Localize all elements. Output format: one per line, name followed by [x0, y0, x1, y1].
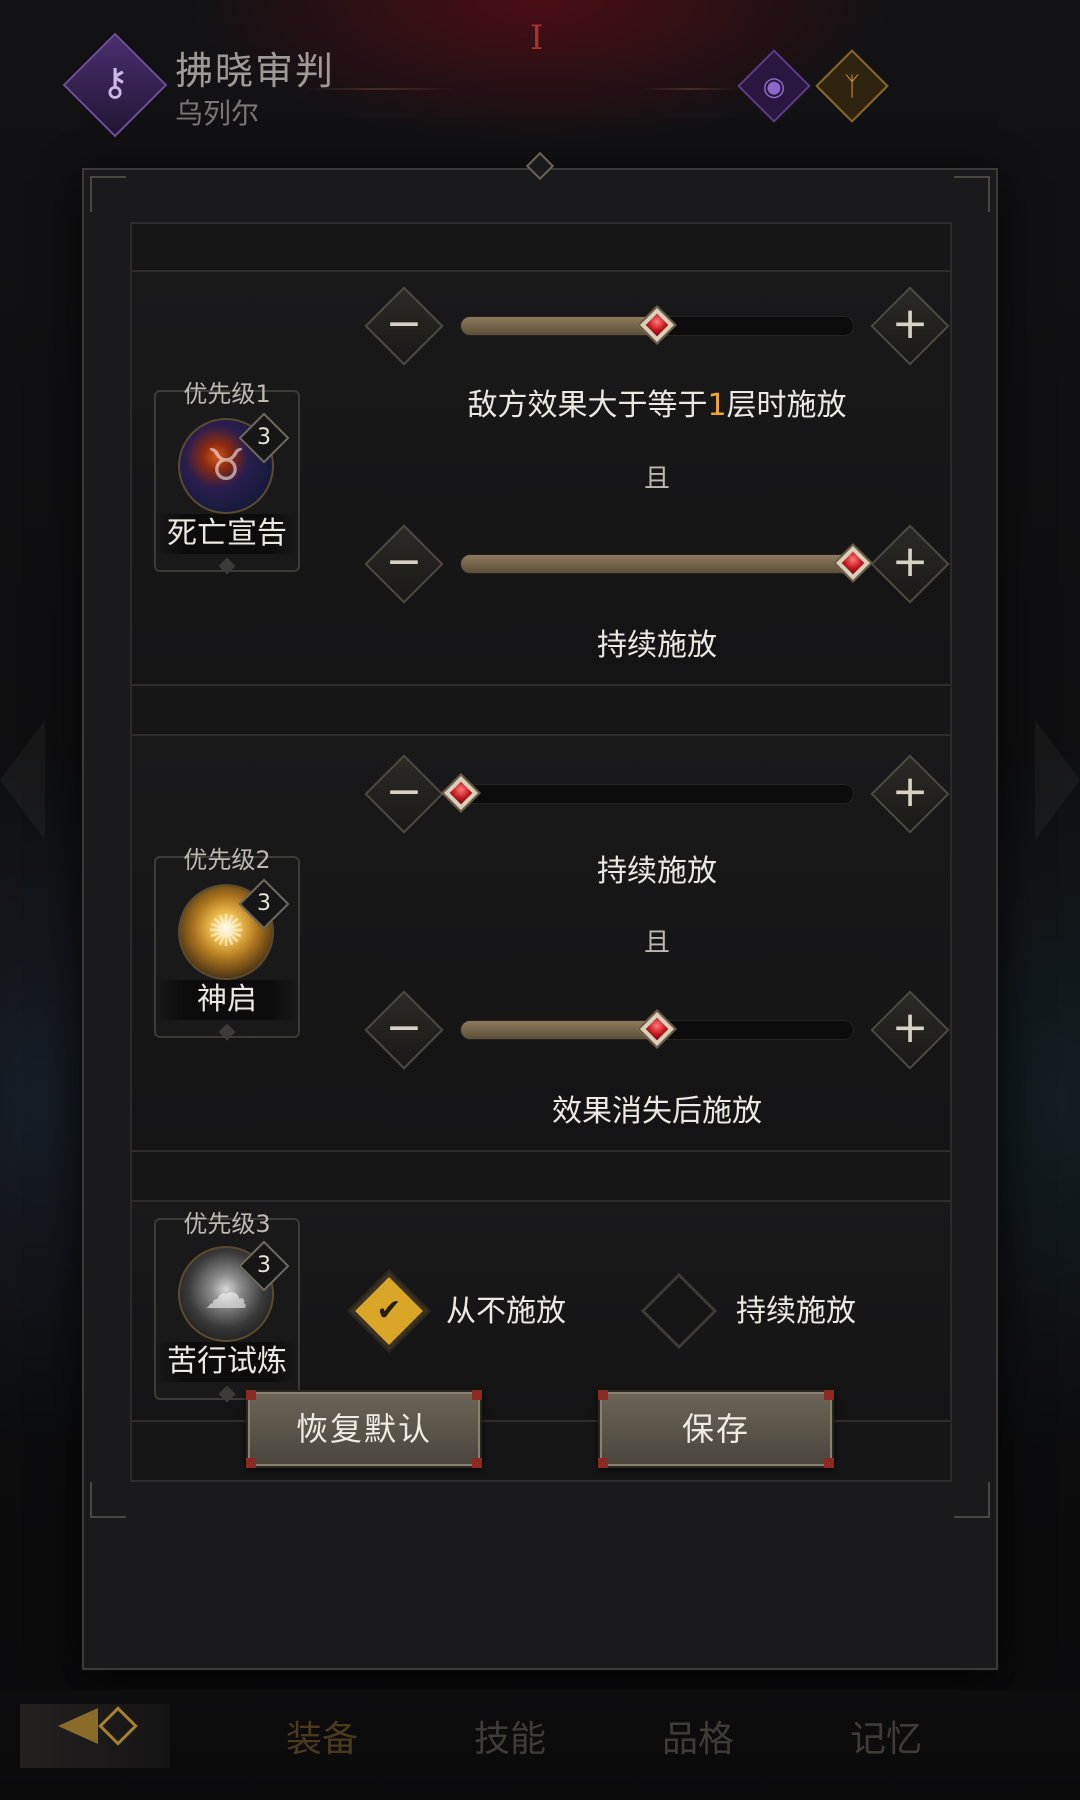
option-label: 从不施放	[446, 1294, 566, 1329]
header-divider	[640, 88, 740, 90]
skill-level: 3	[257, 1253, 271, 1278]
slider-handle[interactable]	[833, 543, 873, 583]
tab-character[interactable]: 品格	[638, 1710, 758, 1762]
skill-name: 神启	[197, 982, 257, 1017]
slider-track[interactable]	[441, 773, 854, 813]
prev-arrow-icon	[0, 720, 45, 840]
condition-slider-1a: − +	[362, 284, 952, 368]
minus-icon: −	[385, 766, 423, 817]
slider-handle[interactable]	[637, 1009, 677, 1049]
tab-equipment[interactable]: 装备	[262, 1710, 382, 1762]
and-conjunction: 且	[643, 928, 670, 958]
condition-slider-1b: − +	[362, 522, 952, 606]
condition-label: 持续施放	[597, 854, 717, 889]
priority-row-3: ☁ 3 苦行试炼 优先级3 ✔ 从不施放 持续施放	[132, 1200, 950, 1422]
slider-fill	[461, 555, 853, 573]
condition-label: 敌方效果大于等于1层时施放	[467, 388, 847, 423]
skill-name: 苦行试炼	[167, 1344, 287, 1379]
option-always-cast[interactable]: 持续施放	[640, 1272, 912, 1352]
corner-ornament	[954, 1482, 990, 1518]
condition-slider-2b: − +	[362, 988, 952, 1072]
tab-memory[interactable]: 记忆	[826, 1710, 946, 1762]
save-button[interactable]: 保存	[598, 1390, 834, 1468]
save-label: 保存	[681, 1410, 750, 1448]
rank-numeral: I	[530, 18, 544, 58]
decrease-button[interactable]: −	[362, 284, 446, 368]
slider-track[interactable]	[460, 543, 873, 583]
option-never-cast[interactable]: ✔ 从不施放	[350, 1272, 622, 1352]
increase-button[interactable]: +	[868, 752, 952, 836]
back-button[interactable]	[0, 1690, 180, 1780]
minus-icon: −	[385, 536, 423, 587]
plus-icon: +	[891, 298, 929, 349]
tab-skills[interactable]: 技能	[450, 1710, 570, 1762]
slider-fill	[461, 317, 657, 335]
increase-button[interactable]: +	[868, 284, 952, 368]
slider-handle[interactable]	[637, 305, 677, 345]
key-icon: ⚷	[101, 60, 129, 104]
priority-label: 优先级2	[183, 846, 271, 874]
slider-track[interactable]	[460, 1009, 854, 1049]
slider-handle[interactable]	[441, 773, 481, 813]
character-name: 乌列尔	[175, 97, 260, 130]
stack-count: 1	[707, 388, 727, 423]
option-label: 持续施放	[736, 1294, 856, 1329]
character-title: 拂晓审判	[175, 49, 336, 93]
skill-card-ascetic-trial[interactable]: ☁ 3 苦行试炼	[154, 1218, 300, 1403]
plus-icon: +	[891, 1002, 929, 1053]
and-conjunction: 且	[643, 464, 670, 494]
corner-ornament	[90, 176, 126, 212]
corner-ornament	[954, 176, 990, 212]
decrease-button[interactable]: −	[362, 752, 446, 836]
reset-default-button[interactable]: 恢复默认	[246, 1390, 482, 1468]
condition-slider-2a: − +	[362, 752, 952, 836]
eye-icon-glyph: ◉	[762, 72, 786, 102]
game-screen: ⚷ 拂晓审判 乌列尔 I ◉ ᛉ ♉ 3 死亡宣告 优先级1 − + 敌方效果大…	[0, 0, 1080, 1800]
decrease-button[interactable]: −	[362, 522, 446, 606]
skill-card-revelation[interactable]: ✺ 3 神启	[154, 856, 300, 1041]
rune-icon-glyph: ᛉ	[844, 72, 860, 102]
plus-icon: +	[891, 766, 929, 817]
minus-icon: −	[385, 1002, 423, 1053]
priority-row-1: ♉ 3 死亡宣告 优先级1 − + 敌方效果大于等于1层时施放 且 − + 持续…	[132, 270, 950, 686]
plus-icon: +	[891, 536, 929, 587]
increase-button[interactable]: +	[868, 522, 952, 606]
priority-list: ♉ 3 死亡宣告 优先级1 − + 敌方效果大于等于1层时施放 且 − + 持续…	[130, 222, 952, 1482]
increase-button[interactable]: +	[868, 988, 952, 1072]
slider-track[interactable]	[460, 305, 854, 345]
condition-label: 效果消失后施放	[552, 1094, 762, 1129]
skill-card-death-declaration[interactable]: ♉ 3 死亡宣告	[154, 390, 300, 575]
decrease-button[interactable]: −	[362, 988, 446, 1072]
skill-name: 死亡宣告	[167, 516, 287, 551]
reset-label: 恢复默认	[295, 1410, 432, 1448]
checkmark-icon: ✔	[376, 1293, 402, 1328]
skill-level: 3	[257, 425, 271, 450]
skill-level: 3	[257, 891, 271, 916]
priority-label: 优先级3	[183, 1210, 271, 1238]
priority-label: 优先级1	[183, 380, 271, 408]
corner-ornament	[90, 1482, 126, 1518]
skill-priority-dialog: ♉ 3 死亡宣告 优先级1 − + 敌方效果大于等于1层时施放 且 − + 持续…	[82, 168, 998, 1670]
checkbox	[640, 1272, 718, 1350]
condition-label: 持续施放	[597, 628, 717, 663]
priority-row-2: ✺ 3 神启 优先级2 − + 持续施放 且 − + 效果消失后施放	[132, 734, 950, 1152]
next-arrow-icon	[1035, 720, 1080, 840]
slider-fill	[461, 1021, 657, 1039]
header-divider	[300, 88, 460, 90]
back-arrow-icon	[58, 1708, 98, 1744]
minus-icon: −	[385, 298, 423, 349]
